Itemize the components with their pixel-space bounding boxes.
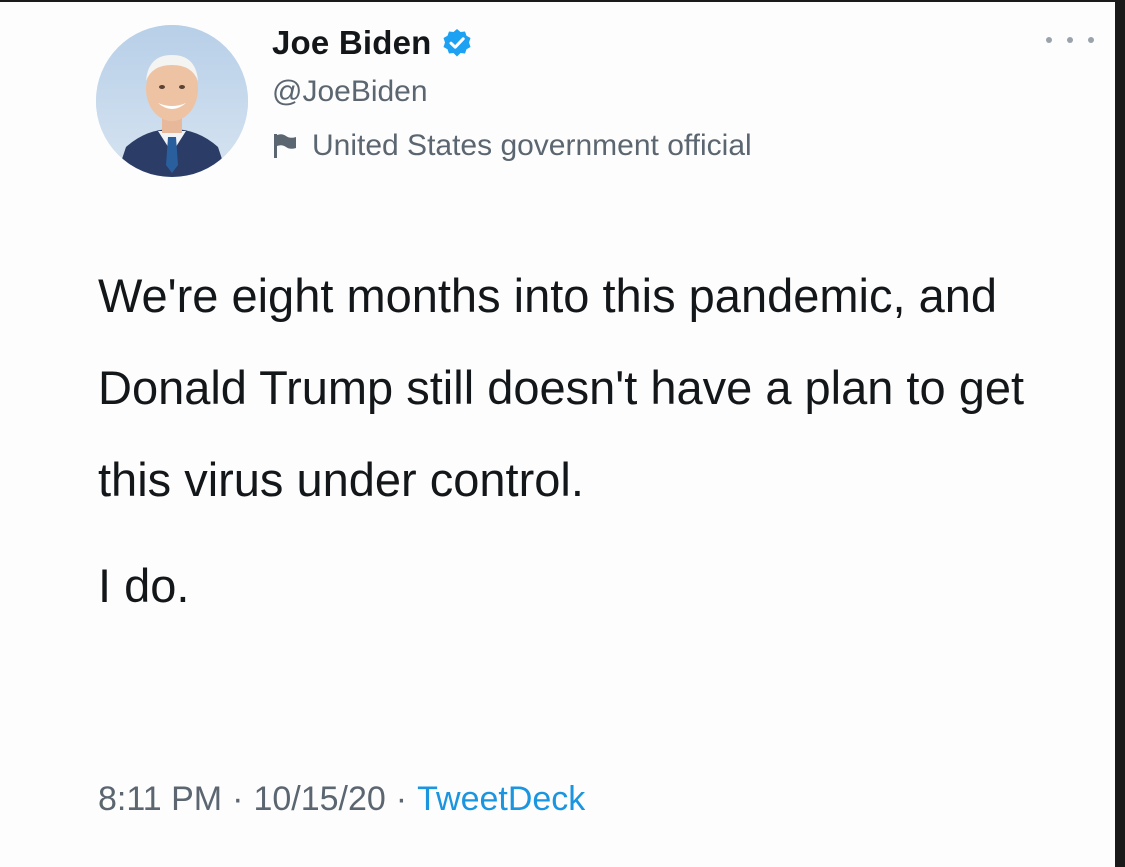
account-label: United States government official xyxy=(272,124,752,168)
tweet-header: Joe Biden @JoeBiden United States govern… xyxy=(272,20,752,168)
government-label-text: United States government official xyxy=(312,129,752,162)
tweet-paragraph: We're eight months into this pandemic, a… xyxy=(98,269,1025,506)
avatar-portrait-image xyxy=(96,25,248,177)
tweet-text: We're eight months into this pandemic, a… xyxy=(98,250,1088,632)
user-handle[interactable]: @JoeBiden xyxy=(272,72,752,112)
tweet-paragraph: I do. xyxy=(98,559,190,612)
tweet-date[interactable]: 10/15/20 xyxy=(253,780,385,818)
display-name[interactable]: Joe Biden xyxy=(272,24,432,62)
tweet-source-link[interactable]: TweetDeck xyxy=(417,780,585,818)
more-dot xyxy=(1046,37,1052,43)
verified-badge-icon xyxy=(442,28,472,58)
tweet-card: Joe Biden @JoeBiden United States govern… xyxy=(0,0,1125,867)
tweet-time[interactable]: 8:11 PM xyxy=(98,780,222,818)
more-options-icon[interactable] xyxy=(1046,30,1094,50)
name-row: Joe Biden xyxy=(272,20,752,66)
more-dot xyxy=(1067,37,1073,43)
separator: · xyxy=(232,780,244,818)
flag-icon xyxy=(272,132,298,160)
tweet-metadata: 8:11 PM · 10/15/20 · TweetDeck xyxy=(98,780,585,819)
avatar[interactable] xyxy=(96,25,248,177)
separator: · xyxy=(395,780,408,818)
more-dot xyxy=(1088,37,1094,43)
